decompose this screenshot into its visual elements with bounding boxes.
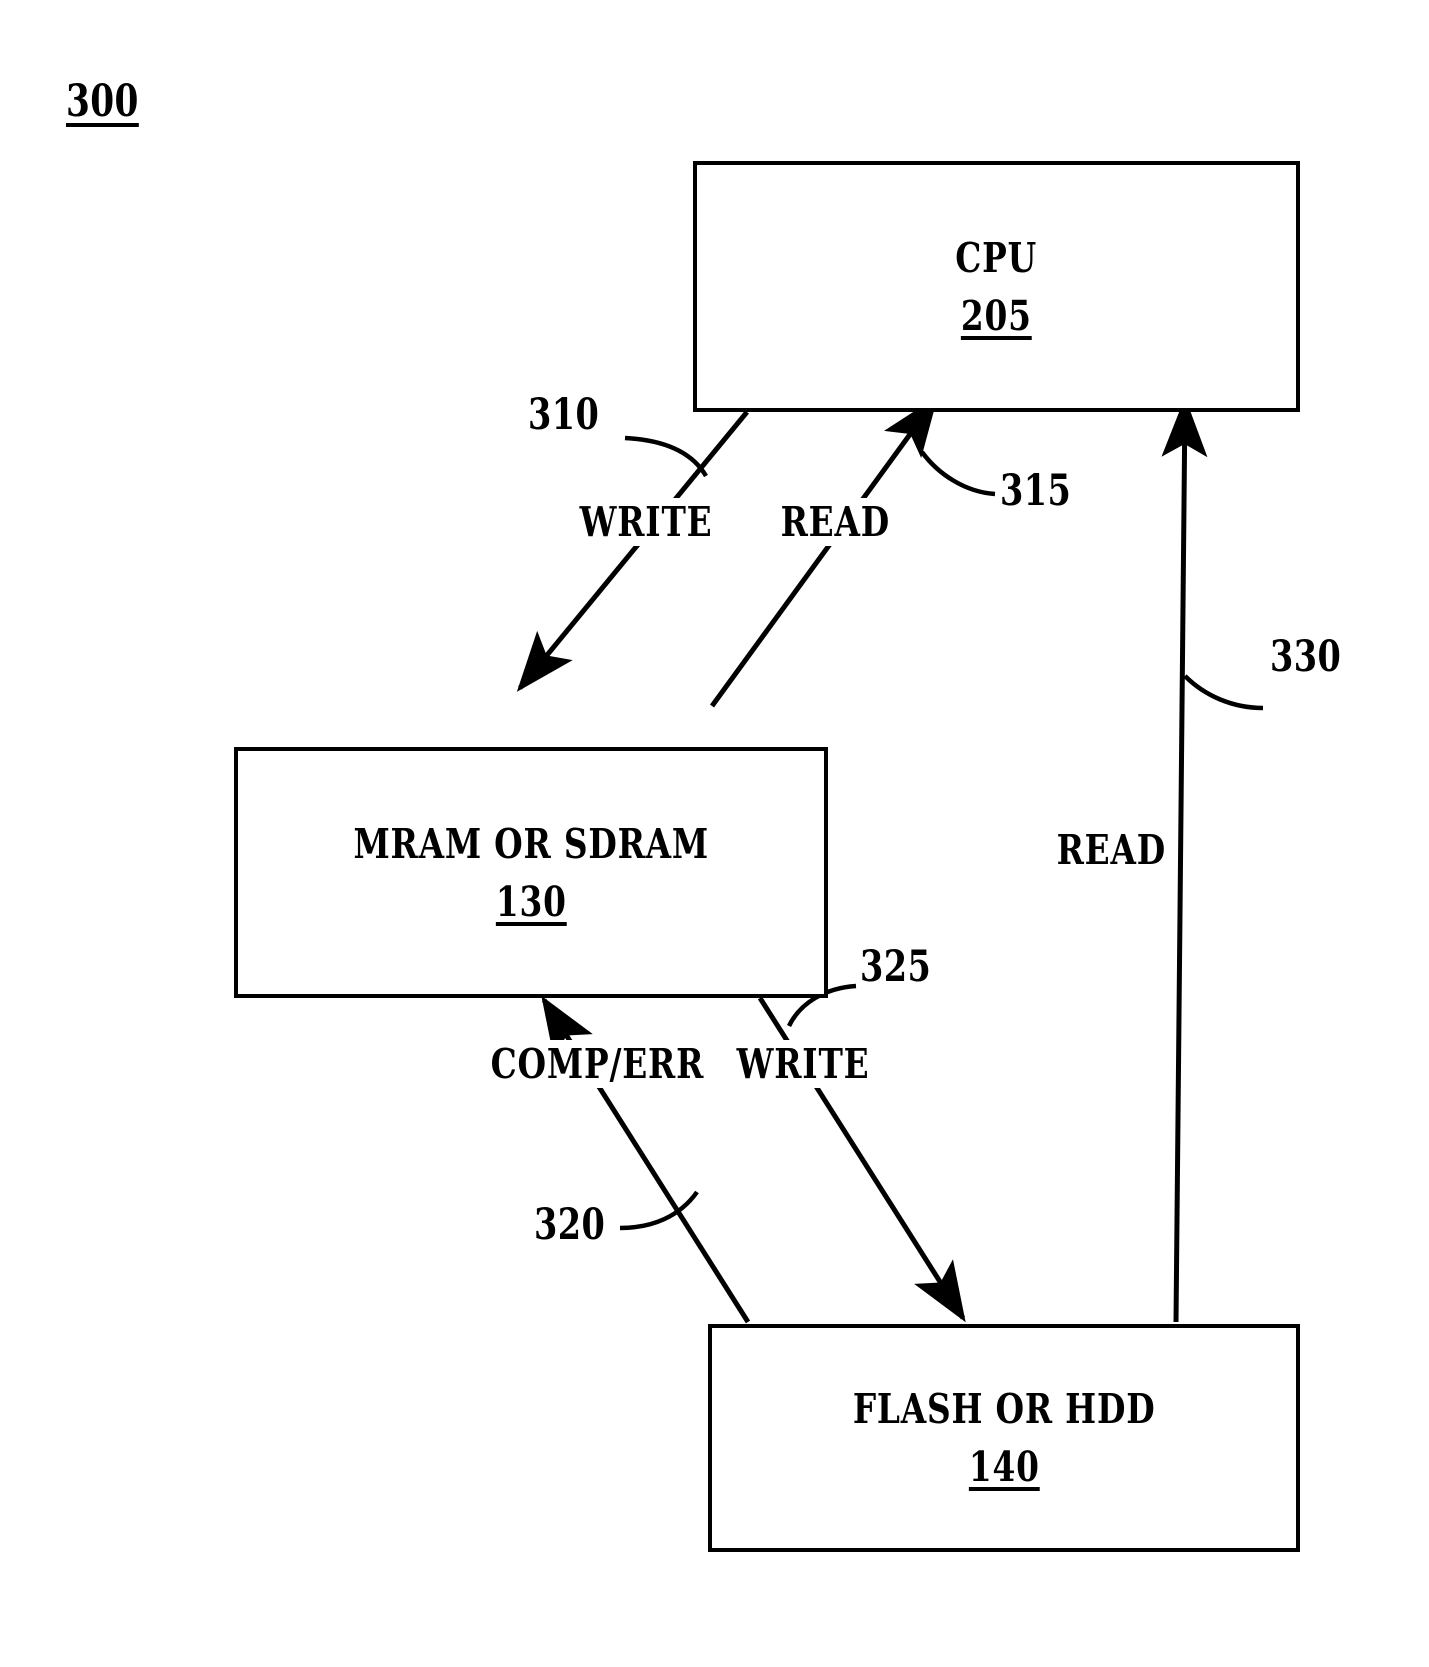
edge-write-mram-to-flash xyxy=(757,983,966,1323)
edge-write-cpu-to-mram xyxy=(516,410,749,692)
leader-330 xyxy=(1183,674,1264,711)
reference-numeral-330: 330 xyxy=(1270,632,1342,682)
node-cpu-reference: 205 xyxy=(961,291,1032,340)
reference-numeral-320: 320 xyxy=(534,1200,606,1250)
edge-read-mram-to-cpu xyxy=(709,395,996,708)
leader-315 xyxy=(920,450,996,497)
edge-label-read-mram-to-cpu: READ xyxy=(779,498,892,546)
node-cpu-title: CPU xyxy=(955,233,1038,282)
edge-label-comperr-flash-to-mram: COMP/ERR xyxy=(489,1040,706,1088)
node-mram-title: MRAM OR SDRAM xyxy=(353,819,709,868)
reference-numeral-325: 325 xyxy=(860,942,932,992)
node-mram: MRAM OR SDRAM 130 xyxy=(234,747,828,998)
reference-numeral-310: 310 xyxy=(528,390,600,440)
node-flash: FLASH OR HDD 140 xyxy=(708,1324,1300,1552)
edge-label-write-cpu-to-mram: WRITE xyxy=(578,498,715,546)
patent-figure-page: 300 CPU 205 MRAM OR SDRAM 130 FLASH OR H… xyxy=(0,0,1429,1667)
node-flash-reference: 140 xyxy=(968,1443,1040,1491)
edge-label-read-flash-to-cpu: READ xyxy=(1055,826,1168,874)
leader-310 xyxy=(624,435,708,478)
node-cpu: CPU 205 xyxy=(693,161,1300,412)
reference-numeral-315: 315 xyxy=(1000,466,1072,516)
edge-read-flash-to-cpu xyxy=(1161,397,1264,1323)
edge-label-write-mram-to-flash: WRITE xyxy=(735,1040,872,1088)
node-mram-reference: 130 xyxy=(495,877,567,926)
node-flash-title: FLASH OR HDD xyxy=(852,1385,1156,1433)
